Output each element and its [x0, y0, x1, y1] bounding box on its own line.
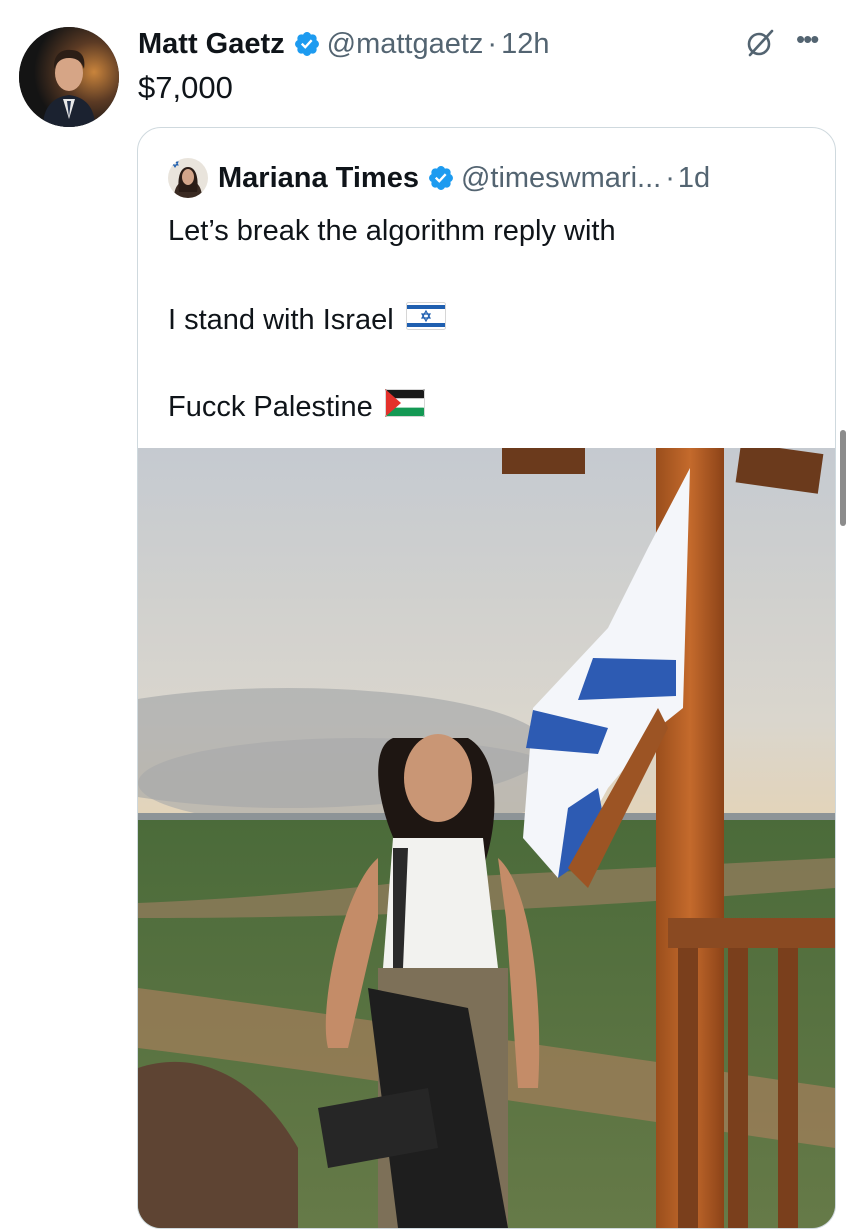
verified-badge-icon: [427, 164, 455, 192]
author-handle[interactable]: @mattgaetz: [327, 28, 484, 61]
tweet-text: $7,000: [138, 70, 233, 105]
quoted-text-line: Fucck Palestine: [168, 389, 425, 425]
quoted-text: I stand with Israel: [168, 303, 394, 336]
quoted-media-image[interactable]: [138, 442, 835, 1228]
quoted-author-handle[interactable]: @timeswmari...: [461, 162, 661, 195]
scrollbar[interactable]: [840, 430, 846, 526]
quoted-text-line: I stand with Israel: [168, 302, 446, 338]
quoted-post[interactable]: Mariana Times @timeswmari... · 1d Let’s …: [137, 127, 836, 1229]
quoted-author-name[interactable]: Mariana Times: [218, 162, 419, 195]
avatar[interactable]: [19, 27, 119, 127]
palestine-flag-icon: [384, 389, 425, 425]
author-name[interactable]: Matt Gaetz: [138, 28, 285, 61]
quoted-text: Let’s break the algorithm reply with: [168, 215, 616, 247]
verified-badge-icon: [293, 30, 321, 58]
quoted-timestamp[interactable]: 1d: [678, 162, 710, 195]
quoted-avatar[interactable]: [168, 158, 208, 198]
post-header: Matt Gaetz @mattgaetz · 12h: [138, 24, 549, 64]
grok-icon[interactable]: [744, 27, 776, 59]
quoted-post-header: Mariana Times @timeswmari... · 1d: [218, 158, 710, 198]
separator-dot: ·: [665, 161, 675, 194]
more-options-icon[interactable]: •••: [796, 24, 819, 55]
separator-dot: ·: [487, 27, 498, 60]
quoted-text: Fucck Palestine: [168, 390, 373, 423]
timestamp[interactable]: 12h: [501, 28, 549, 61]
israel-flag-icon: [405, 302, 446, 338]
quoted-text-line: Let’s break the algorithm reply with: [168, 215, 616, 248]
